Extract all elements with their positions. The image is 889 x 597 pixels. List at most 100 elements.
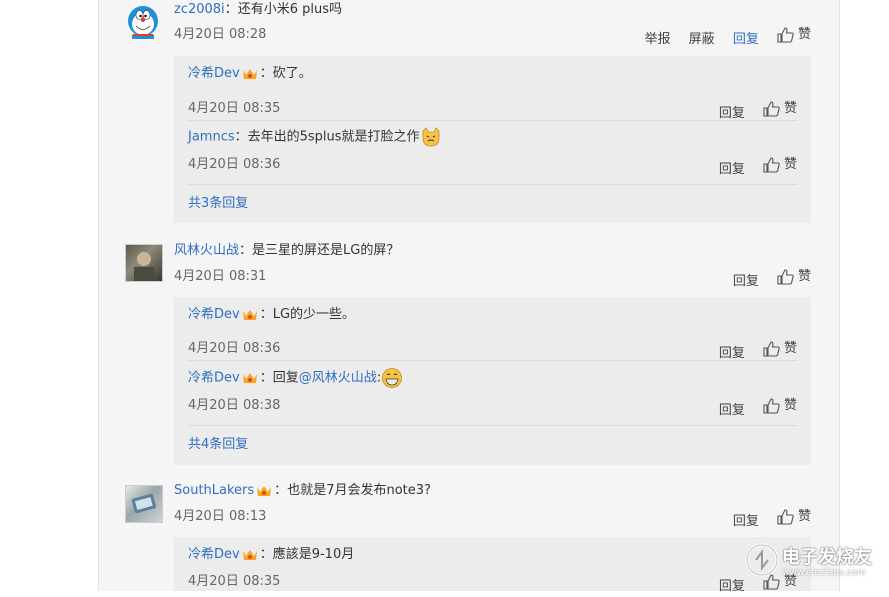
vip-badge-icon: [242, 549, 257, 560]
reply-prefix: 回复: [272, 370, 299, 386]
reply-timestamp: 4月20日 08:35: [188, 574, 281, 589]
reply-button[interactable]: 回复: [733, 32, 759, 47]
like-button[interactable]: 赞: [777, 25, 811, 45]
reply-item: 冷希Dev ：應該是9-10月 4月20日 08:35 回复 赞: [188, 545, 797, 594]
elecfans-watermark: 电子发烧友 www.elecfans.com: [742, 538, 882, 586]
block-button[interactable]: 屏蔽: [689, 32, 715, 47]
comment-text: 还有小米6 plus吗: [237, 2, 342, 17]
reply-button[interactable]: 回复: [733, 274, 759, 289]
thumbs-up-icon: [763, 101, 780, 117]
comment-item: 风林火山战：是三星的屏还是LG的屏？ 4月20日 08:31 回复 赞 冷希De…: [99, 238, 839, 470]
comment-author-link[interactable]: 风林火山战: [174, 243, 239, 258]
comment-line: SouthLakers ：也就是7月会发布note3?: [174, 481, 431, 501]
more-replies-link[interactable]: 共4条回复: [188, 435, 248, 455]
reply-button[interactable]: 回复: [733, 514, 759, 529]
colon: ：: [224, 2, 238, 17]
comment-line: 风林火山战：是三星的屏还是LG的屏？: [174, 241, 399, 261]
reply-list: 冷希Dev ：應該是9-10月 4月20日 08:35 回复 赞: [174, 537, 811, 594]
cat-face-emoji-icon: [422, 127, 439, 147]
comment-line: zc2008i：还有小米6 plus吗: [174, 0, 342, 20]
colon: ：: [259, 547, 273, 562]
vip-badge-icon: [257, 485, 272, 496]
vip-badge-icon: [242, 309, 257, 320]
grin-emoji-icon: [382, 368, 403, 388]
like-button[interactable]: 赞: [763, 155, 797, 175]
reply-author-link[interactable]: 冷希Dev: [188, 547, 240, 562]
like-button[interactable]: 赞: [763, 339, 797, 359]
reply-button[interactable]: 回复: [719, 162, 745, 177]
divider: [188, 360, 797, 361]
divider: [188, 184, 797, 185]
reply-text: 砍了。: [272, 66, 312, 81]
like-button[interactable]: 赞: [777, 507, 811, 527]
reply-text: 應該是9-10月: [272, 547, 355, 562]
comment-actions: 回复 赞: [719, 267, 811, 292]
comment-timestamp: 4月20日 08:28: [174, 27, 267, 42]
comment-item: zc2008i：还有小米6 plus吗 4月20日 08:28 举报 屏蔽 回复…: [99, 0, 839, 225]
colon: ：: [259, 66, 273, 81]
reply-actions: 回复 赞: [705, 396, 797, 421]
like-button[interactable]: 赞: [763, 99, 797, 119]
like-button[interactable]: 赞: [777, 267, 811, 287]
colon: ：: [239, 243, 253, 258]
comment-timestamp: 4月20日 08:13: [174, 509, 267, 524]
reply-actions: 回复 赞: [705, 155, 797, 180]
thumbs-up-icon: [763, 341, 780, 357]
reply-author-link[interactable]: 冷希Dev: [188, 307, 240, 322]
like-button[interactable]: 赞: [763, 396, 797, 416]
divider: [188, 120, 797, 121]
reply-timestamp: 4月20日 08:36: [188, 341, 281, 356]
thumbs-up-icon: [777, 269, 794, 285]
reply-item: 冷希Dev ：LG的少一些。 4月20日 08:36 回复 赞: [188, 305, 797, 361]
reply-author-link[interactable]: Jamncs: [188, 130, 235, 145]
reply-author-link[interactable]: 冷希Dev: [188, 371, 240, 386]
comment-text: 也就是7月会发布note3?: [287, 483, 431, 498]
reply-button[interactable]: 回复: [719, 106, 745, 121]
colon: ：: [234, 129, 248, 145]
reply-button[interactable]: 回复: [719, 579, 745, 594]
reply-timestamp: 4月20日 08:38: [188, 398, 281, 413]
reply-item: 冷希Dev ：回复@风林火山战: 4月20日 08:38 回复 赞: [188, 367, 797, 418]
reply-button[interactable]: 回复: [719, 403, 745, 418]
watermark-title: 电子发烧友: [782, 547, 872, 568]
comment-timestamp: 4月20日 08:31: [174, 269, 267, 284]
divider: [188, 425, 797, 426]
like-label: 赞: [797, 509, 811, 524]
reply-text: LG的少一些。: [272, 307, 356, 322]
vip-badge-icon: [242, 373, 257, 383]
reply-timestamp: 4月20日 08:36: [188, 157, 281, 172]
thumbs-up-icon: [763, 398, 780, 414]
like-label: 赞: [797, 27, 811, 42]
thumbs-up-icon: [763, 157, 780, 173]
colon: ：: [274, 483, 288, 498]
vip-badge-icon: [242, 68, 257, 79]
comment-item: SouthLakers ：也就是7月会发布note3? 4月20日 08:13 回…: [99, 480, 839, 594]
reply-text: 去年出的5splus就是打脸之作: [247, 129, 420, 145]
doraemon-avatar[interactable]: [125, 4, 161, 40]
phone-photo-avatar[interactable]: [125, 485, 163, 523]
like-label: 赞: [783, 101, 797, 116]
reply-list: 冷希Dev ：砍了。 4月20日 08:35 回复 赞 Jamncs：去年出的5s…: [174, 56, 811, 223]
watermark-url: www.elecfans.com: [782, 568, 866, 578]
comment-actions: 回复 赞: [719, 507, 811, 532]
comment-actions: 举报 屏蔽 回复 赞: [631, 25, 811, 50]
thumbs-up-icon: [777, 509, 794, 525]
reply-list: 冷希Dev ：LG的少一些。 4月20日 08:36 回复 赞 冷希Dev ：回复@…: [174, 297, 811, 465]
comment-author-link[interactable]: SouthLakers: [174, 483, 254, 498]
like-label: 赞: [783, 157, 797, 172]
comment-panel: zc2008i：还有小米6 plus吗 4月20日 08:28 举报 屏蔽 回复…: [98, 0, 840, 594]
reply-item: 冷希Dev ：砍了。 4月20日 08:35 回复 赞: [188, 64, 797, 121]
reply-author-link[interactable]: 冷希Dev: [188, 66, 240, 81]
like-label: 赞: [797, 269, 811, 284]
comment-text: 是三星的屏还是LG的屏？: [252, 243, 400, 258]
mention-link[interactable]: @风林火山战: [299, 371, 377, 386]
more-replies-link[interactable]: 共3条回复: [188, 194, 248, 214]
reply-button[interactable]: 回复: [719, 346, 745, 361]
like-label: 赞: [783, 341, 797, 356]
reply-timestamp: 4月20日 08:35: [188, 101, 281, 116]
report-button[interactable]: 举报: [645, 32, 671, 47]
photo-avatar[interactable]: [125, 244, 163, 282]
comment-author-link[interactable]: zc2008i: [174, 2, 225, 17]
colon: ：: [259, 370, 273, 386]
like-label: 赞: [783, 398, 797, 413]
